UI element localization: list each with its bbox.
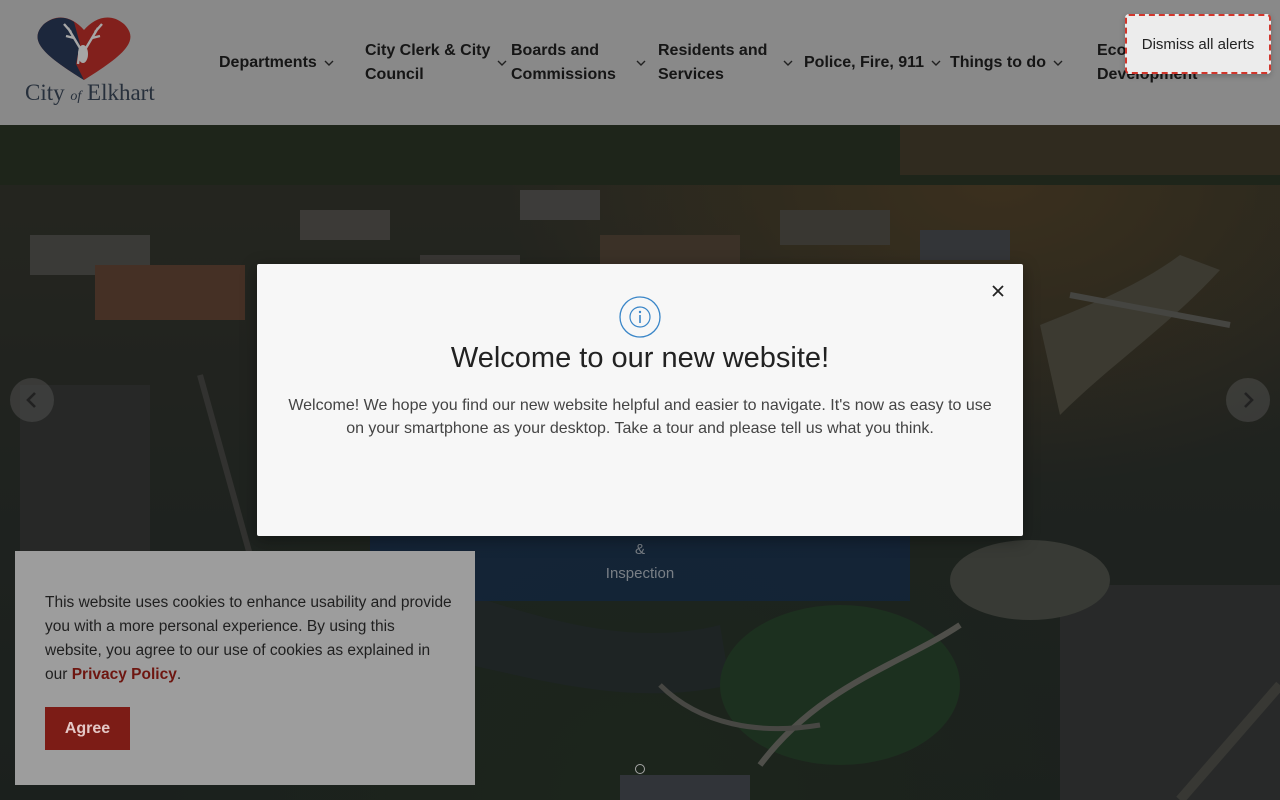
close-icon bbox=[992, 285, 1004, 297]
cookie-text: This website uses cookies to enhance usa… bbox=[45, 594, 452, 683]
welcome-modal: Welcome to our new website! Welcome! We … bbox=[257, 264, 1023, 536]
cookie-banner: This website uses cookies to enhance usa… bbox=[15, 551, 475, 785]
privacy-policy-link[interactable]: Privacy Policy bbox=[72, 666, 177, 683]
dismiss-all-alerts-button[interactable]: Dismiss all alerts bbox=[1125, 14, 1271, 74]
modal-body: Welcome! We hope you find our new websit… bbox=[288, 397, 992, 437]
cookie-agree-button[interactable]: Agree bbox=[45, 707, 130, 750]
modal-close-button[interactable] bbox=[989, 282, 1007, 300]
info-icon bbox=[619, 296, 661, 338]
modal-title: Welcome to our new website! bbox=[450, 342, 830, 374]
